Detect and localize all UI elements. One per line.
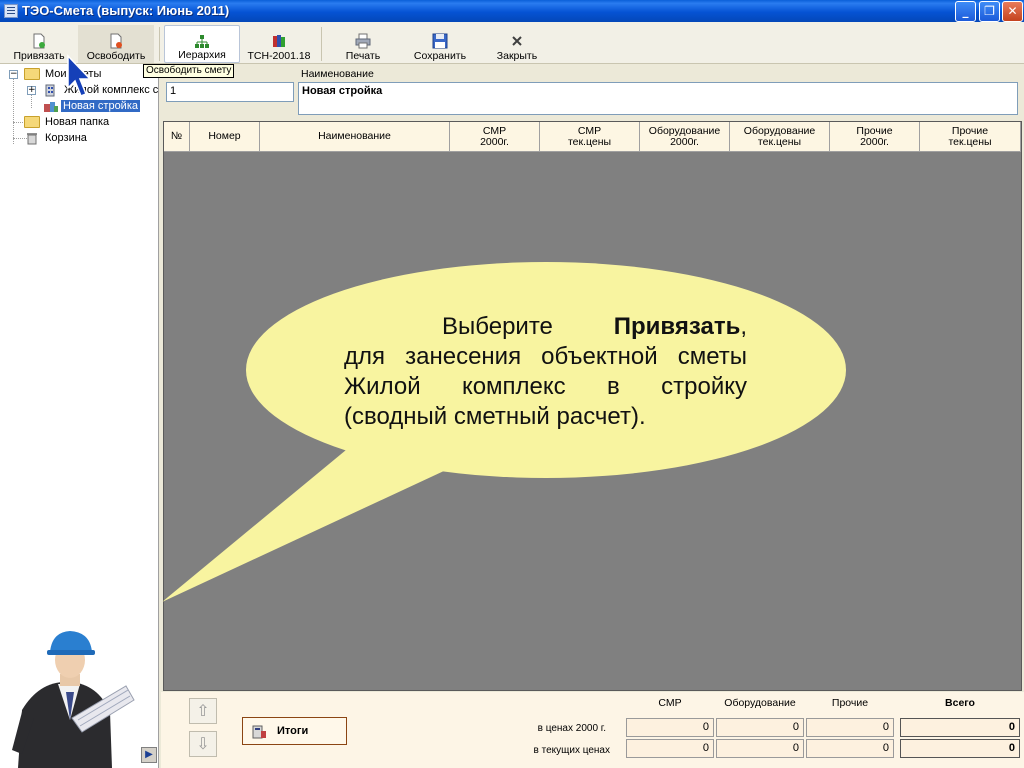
tsn-button[interactable]: ТСН-2001.18 bbox=[242, 25, 316, 63]
tsn-label: ТСН-2001.18 bbox=[247, 50, 311, 62]
totals-cell: 0 bbox=[716, 739, 804, 758]
name-field[interactable]: Новая стройка bbox=[298, 82, 1018, 115]
totals-row-label: в ценах 2000 г. bbox=[537, 723, 606, 734]
trash-icon bbox=[27, 132, 37, 145]
app-icon bbox=[4, 4, 18, 18]
totals-button-label: Итоги bbox=[277, 725, 309, 737]
callout-bold-word: Привязать bbox=[613, 313, 741, 340]
totals-row-label: в текущих ценах bbox=[533, 745, 610, 756]
close-label: Закрыть bbox=[496, 50, 538, 62]
close-window-button[interactable]: ✕ bbox=[1002, 1, 1023, 22]
hierarchy-label: Иерархия bbox=[178, 49, 226, 61]
tree-expand-toggle[interactable]: + bbox=[27, 86, 36, 95]
tree-item-residential-complex[interactable]: Жилой комплекс с bbox=[44, 82, 159, 98]
mouse-cursor-icon bbox=[67, 54, 92, 97]
tree-item-label: Корзина bbox=[45, 132, 87, 144]
totals-button[interactable]: Итоги bbox=[242, 717, 347, 745]
tree-item-trash[interactable]: Корзина bbox=[26, 130, 89, 146]
column-header[interactable]: Прочие тек.цены bbox=[920, 122, 1021, 151]
maximize-button[interactable]: ❐ bbox=[979, 1, 1000, 22]
totals-cell: 0 bbox=[716, 718, 804, 737]
grid-header: № Номер Наименование СМР 2000г. СМР тек.… bbox=[164, 122, 1021, 152]
folder-icon bbox=[24, 116, 40, 129]
totals-cell: 0 bbox=[806, 718, 894, 737]
title-bar: ТЭО-Смета (выпуск: Июнь 2011) _ ❐ ✕ bbox=[0, 0, 1024, 22]
print-button[interactable]: Печать bbox=[330, 25, 396, 63]
floppy-disk-icon bbox=[432, 33, 448, 49]
totals-header-equipment: Оборудование bbox=[724, 697, 796, 709]
tree-line bbox=[13, 78, 14, 144]
totals-cell: 0 bbox=[626, 718, 714, 737]
construction-icon bbox=[44, 102, 58, 113]
tree-item-label: Новая папка bbox=[45, 116, 110, 128]
attach-button[interactable]: Привязать bbox=[4, 25, 74, 63]
folder-open-icon bbox=[24, 68, 40, 81]
column-header[interactable]: Оборудование тек.цены bbox=[730, 122, 830, 151]
save-label: Сохранить bbox=[413, 50, 467, 62]
totals-cell-total: 0 bbox=[900, 718, 1020, 737]
column-header[interactable]: СМР тек.цены bbox=[540, 122, 640, 151]
tree-line bbox=[13, 138, 27, 139]
column-header[interactable]: Оборудование 2000г. bbox=[640, 122, 730, 151]
attach-label: Привязать bbox=[13, 50, 65, 62]
window-title: ТЭО-Смета (выпуск: Июнь 2011) bbox=[22, 3, 230, 18]
building-icon bbox=[45, 84, 55, 97]
column-header[interactable]: Наименование bbox=[260, 122, 450, 151]
number-field[interactable]: 1 bbox=[166, 82, 294, 102]
toolbar: Привязать Освободить Иерархия ТСН-2001.1… bbox=[0, 22, 1024, 64]
column-header[interactable]: № bbox=[164, 122, 190, 151]
totals-header-other: Прочие bbox=[831, 697, 869, 709]
tree-panel: − Мои сметы + Жилой комплекс с Новая стр… bbox=[0, 64, 159, 768]
toolbar-separator bbox=[321, 27, 322, 61]
totals-cell-total: 0 bbox=[900, 739, 1020, 758]
column-header[interactable]: СМР 2000г. bbox=[450, 122, 540, 151]
totals-cell: 0 bbox=[626, 739, 714, 758]
callout-text: Выберите Привязать, для занесения объект… bbox=[344, 312, 747, 432]
callout-punct: , bbox=[740, 313, 747, 340]
column-header[interactable]: Прочие 2000г. bbox=[830, 122, 920, 151]
books-icon bbox=[273, 35, 285, 47]
callout-rest: для занесения объектной сметы Жилой комп… bbox=[344, 343, 747, 430]
totals-cell: 0 bbox=[806, 739, 894, 758]
move-up-button[interactable]: ⇧ bbox=[189, 698, 217, 724]
save-button[interactable]: Сохранить bbox=[404, 25, 476, 63]
callout-word: Выберите bbox=[442, 313, 553, 340]
expand-panel-button[interactable]: ▶ bbox=[141, 747, 157, 763]
print-label: Печать bbox=[345, 50, 381, 62]
tree-item-new-folder[interactable]: Новая папка bbox=[24, 114, 111, 130]
move-down-button[interactable]: ⇩ bbox=[189, 731, 217, 757]
hierarchy-icon bbox=[195, 35, 209, 48]
tooltip: Освободить смету bbox=[143, 64, 235, 78]
totals-header-smr: СМР bbox=[658, 697, 682, 709]
close-icon bbox=[512, 36, 522, 46]
document-release-icon bbox=[110, 33, 122, 49]
engineer-mascot-image bbox=[12, 631, 135, 768]
name-field-label: Наименование bbox=[301, 68, 374, 80]
calculator-icon bbox=[252, 725, 266, 739]
document-attach-icon bbox=[33, 33, 45, 49]
toolbar-separator bbox=[159, 27, 160, 61]
totals-header-total: Всего bbox=[945, 697, 975, 709]
close-button[interactable]: Закрыть bbox=[484, 25, 550, 63]
hierarchy-button[interactable]: Иерархия bbox=[164, 25, 240, 63]
column-header[interactable]: Номер bbox=[190, 122, 260, 151]
minimize-button[interactable]: _ bbox=[955, 1, 976, 22]
tree-collapse-toggle[interactable]: − bbox=[9, 70, 18, 79]
printer-icon bbox=[355, 33, 371, 49]
